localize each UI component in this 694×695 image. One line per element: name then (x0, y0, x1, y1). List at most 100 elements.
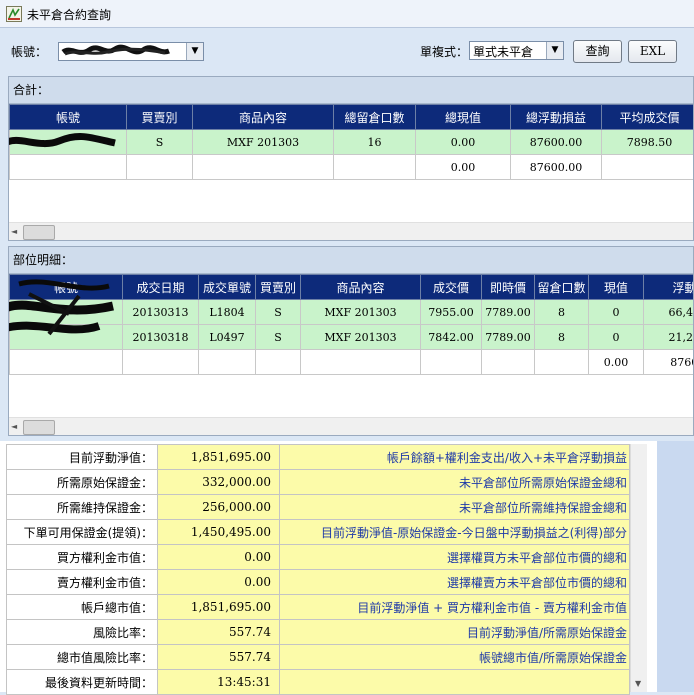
totals-table-cell (10, 155, 127, 180)
order-type-value: 單式未平倉 (473, 43, 533, 60)
vertical-scrollbar[interactable]: ▼ (630, 444, 647, 692)
order-type-select[interactable]: 單式未平倉 ▼ (469, 41, 564, 60)
summary-row: 帳戶總市值：1,851,695.00目前浮動淨值 + 買方權利金市值 - 賣方權… (7, 595, 630, 620)
details-table-row[interactable]: 0.0087600.00 (10, 350, 694, 375)
order-type-label: 單複式： (420, 43, 468, 60)
details-table-cell: 87600.00 (644, 350, 694, 375)
totals-table-cell: S (127, 130, 193, 155)
details-table-col-header[interactable]: 留倉口數 (535, 275, 589, 300)
details-table-col-header[interactable]: 成交價 (421, 275, 482, 300)
summary-row: 最後資料更新時間：13:45:31 (7, 670, 630, 695)
summary-value: 557.74 (158, 620, 280, 645)
summary-description: 目前浮動淨值-原始保證金-今日盤中浮動損益之(利得)部分 (280, 520, 630, 545)
summary-value: 0.00 (158, 545, 280, 570)
summary-description: 未平倉部位所需維持保證金總和 (280, 495, 630, 520)
chevron-down-icon[interactable]: ▼ (546, 42, 563, 59)
scroll-left-icon[interactable]: ◄ (11, 227, 17, 236)
summary-value: 1,851,695.00 (158, 595, 280, 620)
summary-description: 未平倉部位所需原始保證金總和 (280, 470, 630, 495)
summary-value: 0.00 (158, 570, 280, 595)
totals-table-cell: 0.00 (416, 130, 511, 155)
horizontal-scrollbar[interactable]: ◄ (9, 417, 694, 435)
details-table-cell: L1804 (199, 300, 256, 325)
details-table-cell: 7842.00 (421, 325, 482, 350)
totals-table-col-header[interactable]: 總現值 (416, 105, 511, 130)
details-table-col-header[interactable]: 成交單號 (199, 275, 256, 300)
summary-value: 557.74 (158, 645, 280, 670)
summary-row: 所需維持保證金：256,000.00未平倉部位所需維持保證金總和 (7, 495, 630, 520)
details-table-cell: 21,200.00 (644, 325, 694, 350)
details-table-col-header[interactable]: 現值 (589, 275, 644, 300)
totals-table-cell (334, 155, 416, 180)
summary-label: 所需原始保證金： (7, 470, 158, 495)
details-table-cell (199, 350, 256, 375)
export-excel-button[interactable]: EXL (628, 40, 677, 63)
scroll-thumb[interactable] (23, 225, 55, 240)
details-table-cell: S (256, 300, 301, 325)
details-table-cell (482, 350, 535, 375)
summary-row: 買方權利金市值：0.00選擇權買方未平倉部位市價的總和 (7, 545, 630, 570)
totals-table-cell: 16 (334, 130, 416, 155)
details-table-col-header[interactable]: 浮動損益 (644, 275, 694, 300)
details-table-cell: L0497 (199, 325, 256, 350)
chevron-down-icon[interactable]: ▼ (186, 43, 203, 60)
totals-table-col-header[interactable]: 帳號 (10, 105, 127, 130)
summary-label: 風險比率： (7, 620, 158, 645)
details-table-col-header[interactable]: 即時價 (482, 275, 535, 300)
details-heading: 部位明細： (9, 247, 693, 274)
totals-table-row[interactable]: 0.0087600.00 (10, 155, 694, 180)
details-table-cell: 20130318 (123, 325, 199, 350)
summary-description: 選擇權買方未平倉部位市價的總和 (280, 545, 630, 570)
horizontal-scrollbar[interactable]: ◄ (9, 222, 694, 240)
summary-row: 賣方權利金市值：0.00選擇權賣方未平倉部位市價的總和 (7, 570, 630, 595)
totals-table-cell (127, 155, 193, 180)
query-button[interactable]: 查詢 (573, 40, 622, 63)
summary-label: 目前浮動淨值： (7, 445, 158, 470)
summary-value: 13:45:31 (158, 670, 280, 695)
summary-description: 選擇權賣方未平倉部位市價的總和 (280, 570, 630, 595)
totals-heading: 合計： (9, 77, 693, 104)
redacted-scribble (9, 274, 119, 350)
summary-label: 帳戶總市值： (7, 595, 158, 620)
summary-label: 最後資料更新時間： (7, 670, 158, 695)
account-select[interactable]: ▼ (58, 42, 204, 61)
details-table-cell: 20130313 (123, 300, 199, 325)
totals-table-col-header[interactable]: 商品內容 (193, 105, 334, 130)
app-icon (6, 6, 22, 22)
account-label: 帳號： (11, 43, 47, 60)
details-table-col-header[interactable]: 買賣別 (256, 275, 301, 300)
totals-table-cell (602, 155, 694, 180)
totals-table-col-header[interactable]: 總留倉口數 (334, 105, 416, 130)
redacted-scribble (61, 44, 171, 59)
details-table-cell (10, 350, 123, 375)
summary-description (280, 670, 630, 695)
summary-panel: 目前浮動淨值：1,851,695.00帳戶餘額+權利金支出/收入+未平倉浮動損益… (0, 441, 694, 692)
details-table-cell: 66,400.00 (644, 300, 694, 325)
details-panel: 部位明細： 帳號成交日期成交單號買賣別商品內容成交價即時價留倉口數現值浮動損益 … (8, 246, 694, 436)
details-table-cell (421, 350, 482, 375)
totals-table-col-header[interactable]: 總浮動損益 (511, 105, 602, 130)
summary-value: 1,851,695.00 (158, 445, 280, 470)
totals-table-col-header[interactable]: 平均成交價 (602, 105, 694, 130)
details-table-cell: 0 (589, 325, 644, 350)
details-table-cell: 0.00 (589, 350, 644, 375)
summary-side-panel (657, 441, 694, 692)
summary-description: 帳號總市值/所需原始保證金 (280, 645, 630, 670)
totals-panel: 合計： 帳號買賣別商品內容總留倉口數總現值總浮動損益平均成交價 SMXF 201… (8, 76, 694, 241)
summary-description: 帳戶餘額+權利金支出/收入+未平倉浮動損益 (280, 445, 630, 470)
summary-row: 下單可用保證金(提領)：1,450,495.00目前浮動淨值-原始保證金-今日盤… (7, 520, 630, 545)
summary-label: 賣方權利金市值： (7, 570, 158, 595)
details-table-col-header[interactable]: 商品內容 (301, 275, 421, 300)
scroll-left-icon[interactable]: ◄ (11, 422, 17, 431)
scroll-thumb[interactable] (23, 420, 55, 435)
redacted-scribble (9, 131, 119, 153)
scroll-down-icon[interactable]: ▼ (635, 679, 641, 688)
details-table-col-header[interactable]: 成交日期 (123, 275, 199, 300)
summary-table: 目前浮動淨值：1,851,695.00帳戶餘額+權利金支出/收入+未平倉浮動損益… (6, 444, 630, 695)
summary-row: 所需原始保證金：332,000.00未平倉部位所需原始保證金總和 (7, 470, 630, 495)
summary-value: 1,450,495.00 (158, 520, 280, 545)
totals-table-cell: 87600.00 (511, 155, 602, 180)
details-table-cell: 7955.00 (421, 300, 482, 325)
details-table-cell (256, 350, 301, 375)
totals-table-col-header[interactable]: 買賣別 (127, 105, 193, 130)
